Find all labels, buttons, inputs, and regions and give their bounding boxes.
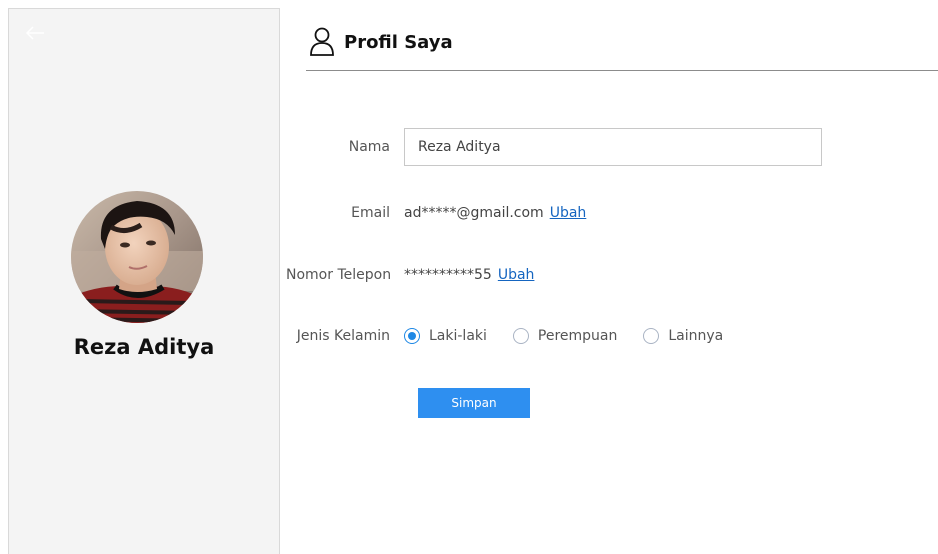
change-email-link[interactable]: Ubah	[550, 205, 587, 221]
phone-value: **********55	[404, 267, 492, 283]
radio-unchecked-icon	[512, 328, 529, 344]
phone-row: Nomor Telepon **********55 Ubah	[286, 267, 926, 283]
sidebar-user-name: Reza Aditya	[73, 335, 215, 359]
avatar	[71, 191, 203, 323]
email-value: ad*****@gmail.com	[404, 205, 544, 221]
gender-label: Jenis Kelamin	[296, 328, 390, 344]
change-phone-link[interactable]: Ubah	[498, 267, 535, 283]
email-row: Email ad*****@gmail.com Ubah	[286, 205, 926, 221]
name-input[interactable]	[404, 128, 822, 166]
arrow-left-icon	[25, 26, 44, 40]
user-outline-icon	[310, 27, 334, 56]
gender-option-perempuan[interactable]: Perempuan	[512, 328, 617, 344]
phone-label: Nomor Telepon	[286, 267, 392, 283]
gender-row: Jenis Kelamin Laki-laki Perempuan Lainny…	[286, 328, 926, 344]
gender-radio-group: Laki-laki Perempuan Lainnya	[404, 328, 749, 344]
gender-option-laki-laki[interactable]: Laki-laki	[404, 328, 487, 344]
gender-option-lainnya[interactable]: Lainnya	[643, 328, 723, 344]
save-button[interactable]: Simpan	[418, 388, 530, 418]
back-button[interactable]	[23, 23, 47, 43]
profile-sidebar: Reza Aditya	[8, 8, 280, 554]
radio-unchecked-icon	[643, 328, 660, 344]
name-row: Nama	[286, 128, 926, 166]
radio-checked-icon	[404, 328, 420, 344]
email-label: Email	[351, 205, 390, 221]
page-title: Profil Saya	[344, 32, 453, 53]
page-header: Profil Saya	[306, 24, 938, 71]
name-label: Nama	[348, 139, 390, 155]
